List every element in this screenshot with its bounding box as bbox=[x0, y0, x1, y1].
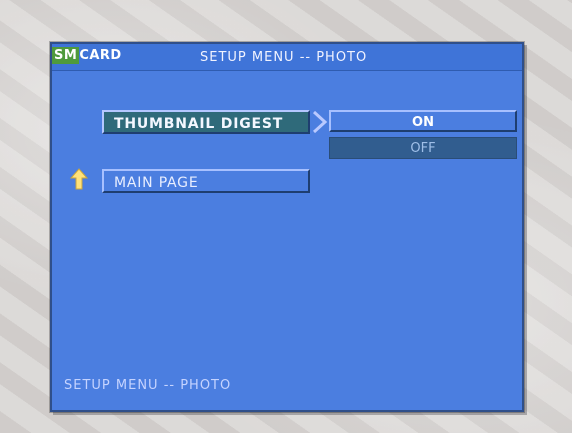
option-on[interactable]: ON bbox=[329, 110, 517, 132]
osd-screen: SM CARD SETUP MENU -- PHOTO THUMBNAIL DIG… bbox=[50, 42, 524, 412]
menu-title: SETUP MENU -- PHOTO bbox=[200, 50, 368, 65]
thumbnail-digest-item[interactable]: THUMBNAIL DIGEST bbox=[102, 110, 310, 134]
main-page-item[interactable]: MAIN PAGE bbox=[102, 169, 310, 193]
footer-status: SETUP MENU -- PHOTO bbox=[64, 378, 232, 393]
chevron-right-icon bbox=[311, 109, 329, 135]
title-bar: SM CARD SETUP MENU -- PHOTO bbox=[52, 44, 522, 71]
source-sm-text: SM bbox=[52, 47, 80, 64]
up-arrow-icon bbox=[69, 168, 89, 190]
source-card-text: CARD bbox=[79, 48, 122, 63]
source-label: SM CARD bbox=[52, 47, 122, 64]
option-off[interactable]: OFF bbox=[329, 137, 517, 159]
